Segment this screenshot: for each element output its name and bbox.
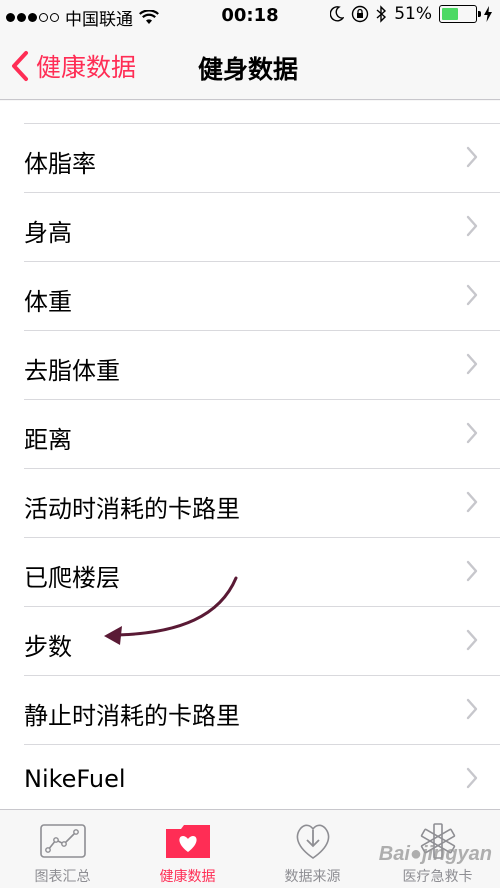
chevron-right-icon [466,146,478,168]
chevron-right-icon [466,491,478,513]
chevron-right-icon [466,560,478,582]
list-item-label: 体脂率 [24,150,96,178]
list-item[interactable]: 体重 [0,262,500,331]
chevron-right-icon [466,629,478,651]
navigation-bar: 健康数据 健身数据 [0,32,500,100]
tab-label: 健康数据 [159,869,216,885]
status-bar: 中国联通 00:18 51% [0,0,500,32]
tab-dashboard[interactable]: 图表汇总 [0,810,125,888]
chevron-right-icon [466,422,478,444]
list-item[interactable]: NikeFuel [0,745,500,809]
list-item-label: 活动时消耗的卡路里 [24,495,240,523]
battery-fill [442,8,459,20]
fitness-data-list: 体脂率身高体重去脂体重距离活动时消耗的卡路里 已爬楼层步数静止时消耗的卡路里 Nik… [0,101,500,809]
heart-folder-icon [165,825,210,858]
chevron-right-icon [466,284,478,306]
status-right: 51% [330,4,492,24]
watermark: Bai●jingyan [378,843,492,865]
page-title: 健身数据 [198,55,299,84]
list-item-label: 静止时消耗的卡路里 [24,702,240,730]
list-item-label: 距离 [24,426,72,454]
tab-label: 数据来源 [284,869,341,885]
tab-label: 医疗急救卡 [402,869,473,885]
list-item[interactable]: 步数 [0,607,500,676]
battery-icon [439,5,481,23]
tab-label: 图表汇总 [34,869,91,885]
chart-icon [39,824,86,858]
orientation-lock-icon [352,5,369,23]
list-item[interactable]: 身高 [0,193,500,262]
battery-percent: 51% [394,4,432,24]
list-item-label: 身高 [24,219,72,247]
charging-icon [484,6,492,22]
list-item-label: 步数 [24,633,72,661]
chevron-left-icon [12,51,28,81]
list-item[interactable]: 静止时消耗的卡路里 [0,676,500,745]
tab-health-data[interactable]: 健康数据 [125,810,250,888]
tab-bar: 图表汇总 健康数据 数据来源 医疗急救卡 Bai●jingyan [0,809,500,888]
chevron-right-icon [466,215,478,237]
list-item[interactable]: 距离 [0,400,500,469]
list-item-label: NikeFuel [24,765,126,793]
chevron-right-icon [466,698,478,720]
moon-icon [330,6,345,22]
chevron-right-icon [466,767,478,789]
download-heart-icon [296,824,329,859]
list-item-label: 去脂体重 [24,357,120,385]
list-item[interactable]: 去脂体重 [0,331,500,400]
chevron-right-icon [466,353,478,375]
list-item[interactable]: 活动时消耗的卡路里 [0,469,500,538]
back-button-label: 健康数据 [36,53,137,82]
list-item[interactable]: 体脂率 [0,124,500,193]
list-item-label: 体重 [24,288,72,316]
list-item[interactable]: 已爬楼层 [0,538,500,607]
back-button[interactable]: 健康数据 [10,48,136,84]
tab-sources[interactable]: 数据来源 [250,810,375,888]
bluetooth-icon [376,5,387,23]
list-item-label: 已爬楼层 [24,564,120,592]
